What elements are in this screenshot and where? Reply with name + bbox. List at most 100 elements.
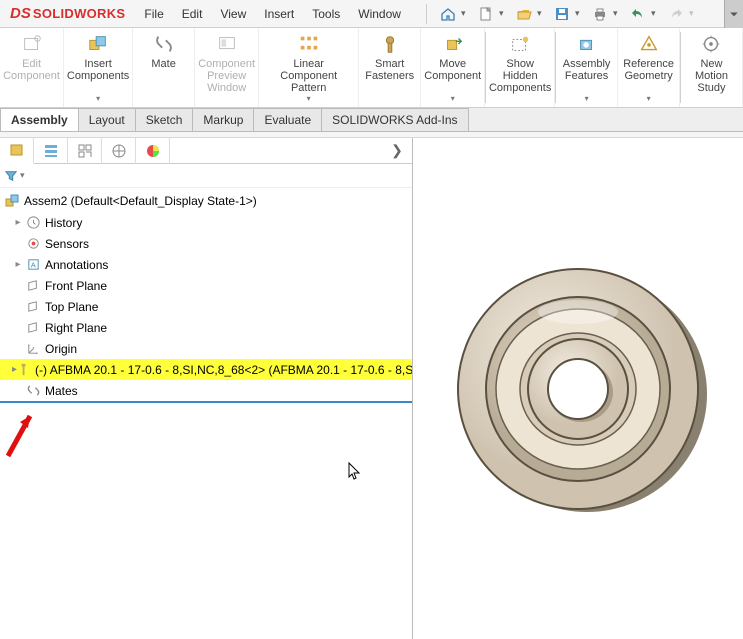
- tab-markup[interactable]: Markup: [192, 108, 254, 131]
- redo-dropdown[interactable]: ▾: [689, 8, 697, 19]
- home-icon[interactable]: [437, 3, 459, 25]
- menu-tools[interactable]: Tools: [303, 7, 349, 21]
- smart-fasteners-button[interactable]: Smart Fasteners: [359, 28, 421, 107]
- tree-item-history[interactable]: ▸ History: [0, 212, 412, 233]
- tree-item-annotations[interactable]: ▸ A Annotations: [0, 254, 412, 275]
- expand-panel-icon[interactable]: ❯: [382, 142, 412, 159]
- tree-item-mates[interactable]: Mates: [0, 380, 412, 403]
- content-area: ❯ ▾ Assem2 (Default<Default_Display Stat…: [0, 138, 743, 639]
- mate-button[interactable]: Mate: [133, 28, 195, 107]
- tab-addins[interactable]: SOLIDWORKS Add-Ins: [321, 108, 468, 131]
- expand-icon[interactable]: ▸: [12, 217, 24, 228]
- move-component-button[interactable]: Move Component ▾: [421, 28, 485, 107]
- graphics-viewport[interactable]: [413, 138, 743, 639]
- tree-item-right-plane[interactable]: Right Plane: [0, 317, 412, 338]
- reference-geometry-icon: [638, 32, 660, 56]
- tab-sketch[interactable]: Sketch: [135, 108, 194, 131]
- tree-root-assembly[interactable]: Assem2 (Default<Default_Display State-1>…: [0, 190, 412, 212]
- save-dropdown[interactable]: ▾: [575, 8, 583, 19]
- tree-item-origin[interactable]: Origin: [0, 338, 412, 359]
- reference-geometry-button[interactable]: Reference Geometry ▾: [618, 28, 680, 107]
- logo-ds: DS: [10, 5, 31, 22]
- plane-icon: [24, 299, 42, 314]
- feature-manager-tab[interactable]: [0, 138, 34, 164]
- tree-label: History: [45, 216, 82, 230]
- history-icon: [24, 215, 42, 230]
- tree-item-front-plane[interactable]: Front Plane: [0, 275, 412, 296]
- edit-component-button: Edit Component: [0, 28, 64, 107]
- mate-icon: [153, 32, 175, 56]
- insert-components-button[interactable]: Insert Components ▾: [64, 28, 133, 107]
- linear-pattern-button[interactable]: Linear Component Pattern ▾: [259, 28, 359, 107]
- tree-root-label: Assem2 (Default<Default_Display State-1>…: [24, 194, 257, 208]
- tree-filter-bar[interactable]: ▾: [0, 164, 412, 188]
- app-logo: DS SOLIDWORKS: [0, 5, 135, 22]
- tree-label: Sensors: [45, 237, 89, 251]
- save-icon[interactable]: [551, 3, 573, 25]
- tab-evaluate[interactable]: Evaluate: [253, 108, 322, 131]
- red-arrow-annotation: [0, 408, 48, 461]
- feature-tree: Assem2 (Default<Default_Display State-1>…: [0, 188, 412, 405]
- menubar-overflow[interactable]: [724, 0, 743, 28]
- tab-layout[interactable]: Layout: [78, 108, 136, 131]
- feature-manager-panel: ❯ ▾ Assem2 (Default<Default_Display Stat…: [0, 138, 413, 639]
- open-icon[interactable]: [513, 3, 535, 25]
- annotations-icon: A: [24, 257, 42, 272]
- sensors-icon: [24, 236, 42, 251]
- tree-label: Annotations: [45, 258, 108, 272]
- display-manager-tab[interactable]: [136, 138, 170, 164]
- menu-window[interactable]: Window: [349, 7, 410, 21]
- new-dropdown[interactable]: ▾: [499, 8, 507, 19]
- tree-item-sensors[interactable]: Sensors: [0, 233, 412, 254]
- menu-file[interactable]: File: [135, 7, 172, 21]
- chevron-down-icon[interactable]: ▾: [451, 93, 455, 105]
- logo-brand: SOLIDWORKS: [33, 6, 126, 21]
- expand-icon[interactable]: ▸: [12, 259, 24, 270]
- redo-icon[interactable]: [665, 3, 687, 25]
- chevron-down-icon[interactable]: ▾: [307, 93, 311, 105]
- show-hidden-icon: [509, 32, 531, 56]
- tree-item-part-afbma[interactable]: ▸ (-) AFBMA 20.1 - 17-0.6 - 8,SI,NC,8_68…: [0, 359, 412, 380]
- chevron-down-icon[interactable]: ▾: [96, 93, 100, 105]
- configuration-manager-tab[interactable]: [68, 138, 102, 164]
- show-hidden-button[interactable]: Show Hidden Components: [486, 28, 555, 107]
- bearing-model: [443, 254, 713, 524]
- menu-view[interactable]: View: [211, 7, 255, 21]
- new-motion-study-button[interactable]: New Motion Study: [681, 28, 743, 107]
- chevron-down-icon[interactable]: ▾: [647, 93, 651, 105]
- undo-icon[interactable]: [627, 3, 649, 25]
- open-dropdown[interactable]: ▾: [537, 8, 545, 19]
- print-dropdown[interactable]: ▾: [613, 8, 621, 19]
- smart-fasteners-icon: [379, 32, 401, 56]
- svg-text:A: A: [30, 260, 35, 269]
- component-preview-button: Component Preview Window: [195, 28, 259, 107]
- menu-edit[interactable]: Edit: [173, 7, 212, 21]
- tree-label: (-) AFBMA 20.1 - 17-0.6 - 8,SI,NC,8_68<2…: [35, 363, 412, 377]
- home-dropdown[interactable]: ▾: [461, 8, 469, 19]
- assembly-icon: [4, 193, 20, 209]
- part-icon: [17, 362, 32, 377]
- funnel-icon: [4, 169, 18, 183]
- chevron-down-icon[interactable]: ▾: [585, 93, 589, 105]
- menu-insert[interactable]: Insert: [255, 7, 303, 21]
- origin-icon: [24, 341, 42, 356]
- tree-item-top-plane[interactable]: Top Plane: [0, 296, 412, 317]
- insert-components-icon: [87, 32, 109, 56]
- plane-icon: [24, 278, 42, 293]
- print-icon[interactable]: [589, 3, 611, 25]
- plane-icon: [24, 320, 42, 335]
- tab-assembly[interactable]: Assembly: [0, 108, 79, 131]
- tree-label: Origin: [45, 342, 77, 356]
- manager-tabs: ❯: [0, 138, 412, 164]
- undo-dropdown[interactable]: ▾: [651, 8, 659, 19]
- component-preview-icon: [216, 32, 238, 56]
- assembly-features-button[interactable]: Assembly Features ▾: [556, 28, 618, 107]
- motion-study-icon: [700, 32, 722, 56]
- new-icon[interactable]: [475, 3, 497, 25]
- linear-pattern-icon: [298, 32, 320, 56]
- filter-dropdown-icon[interactable]: ▾: [20, 170, 25, 181]
- mates-icon: [24, 383, 42, 398]
- property-manager-tab[interactable]: [34, 138, 68, 164]
- dimxpert-manager-tab[interactable]: [102, 138, 136, 164]
- cursor-icon: [347, 461, 363, 484]
